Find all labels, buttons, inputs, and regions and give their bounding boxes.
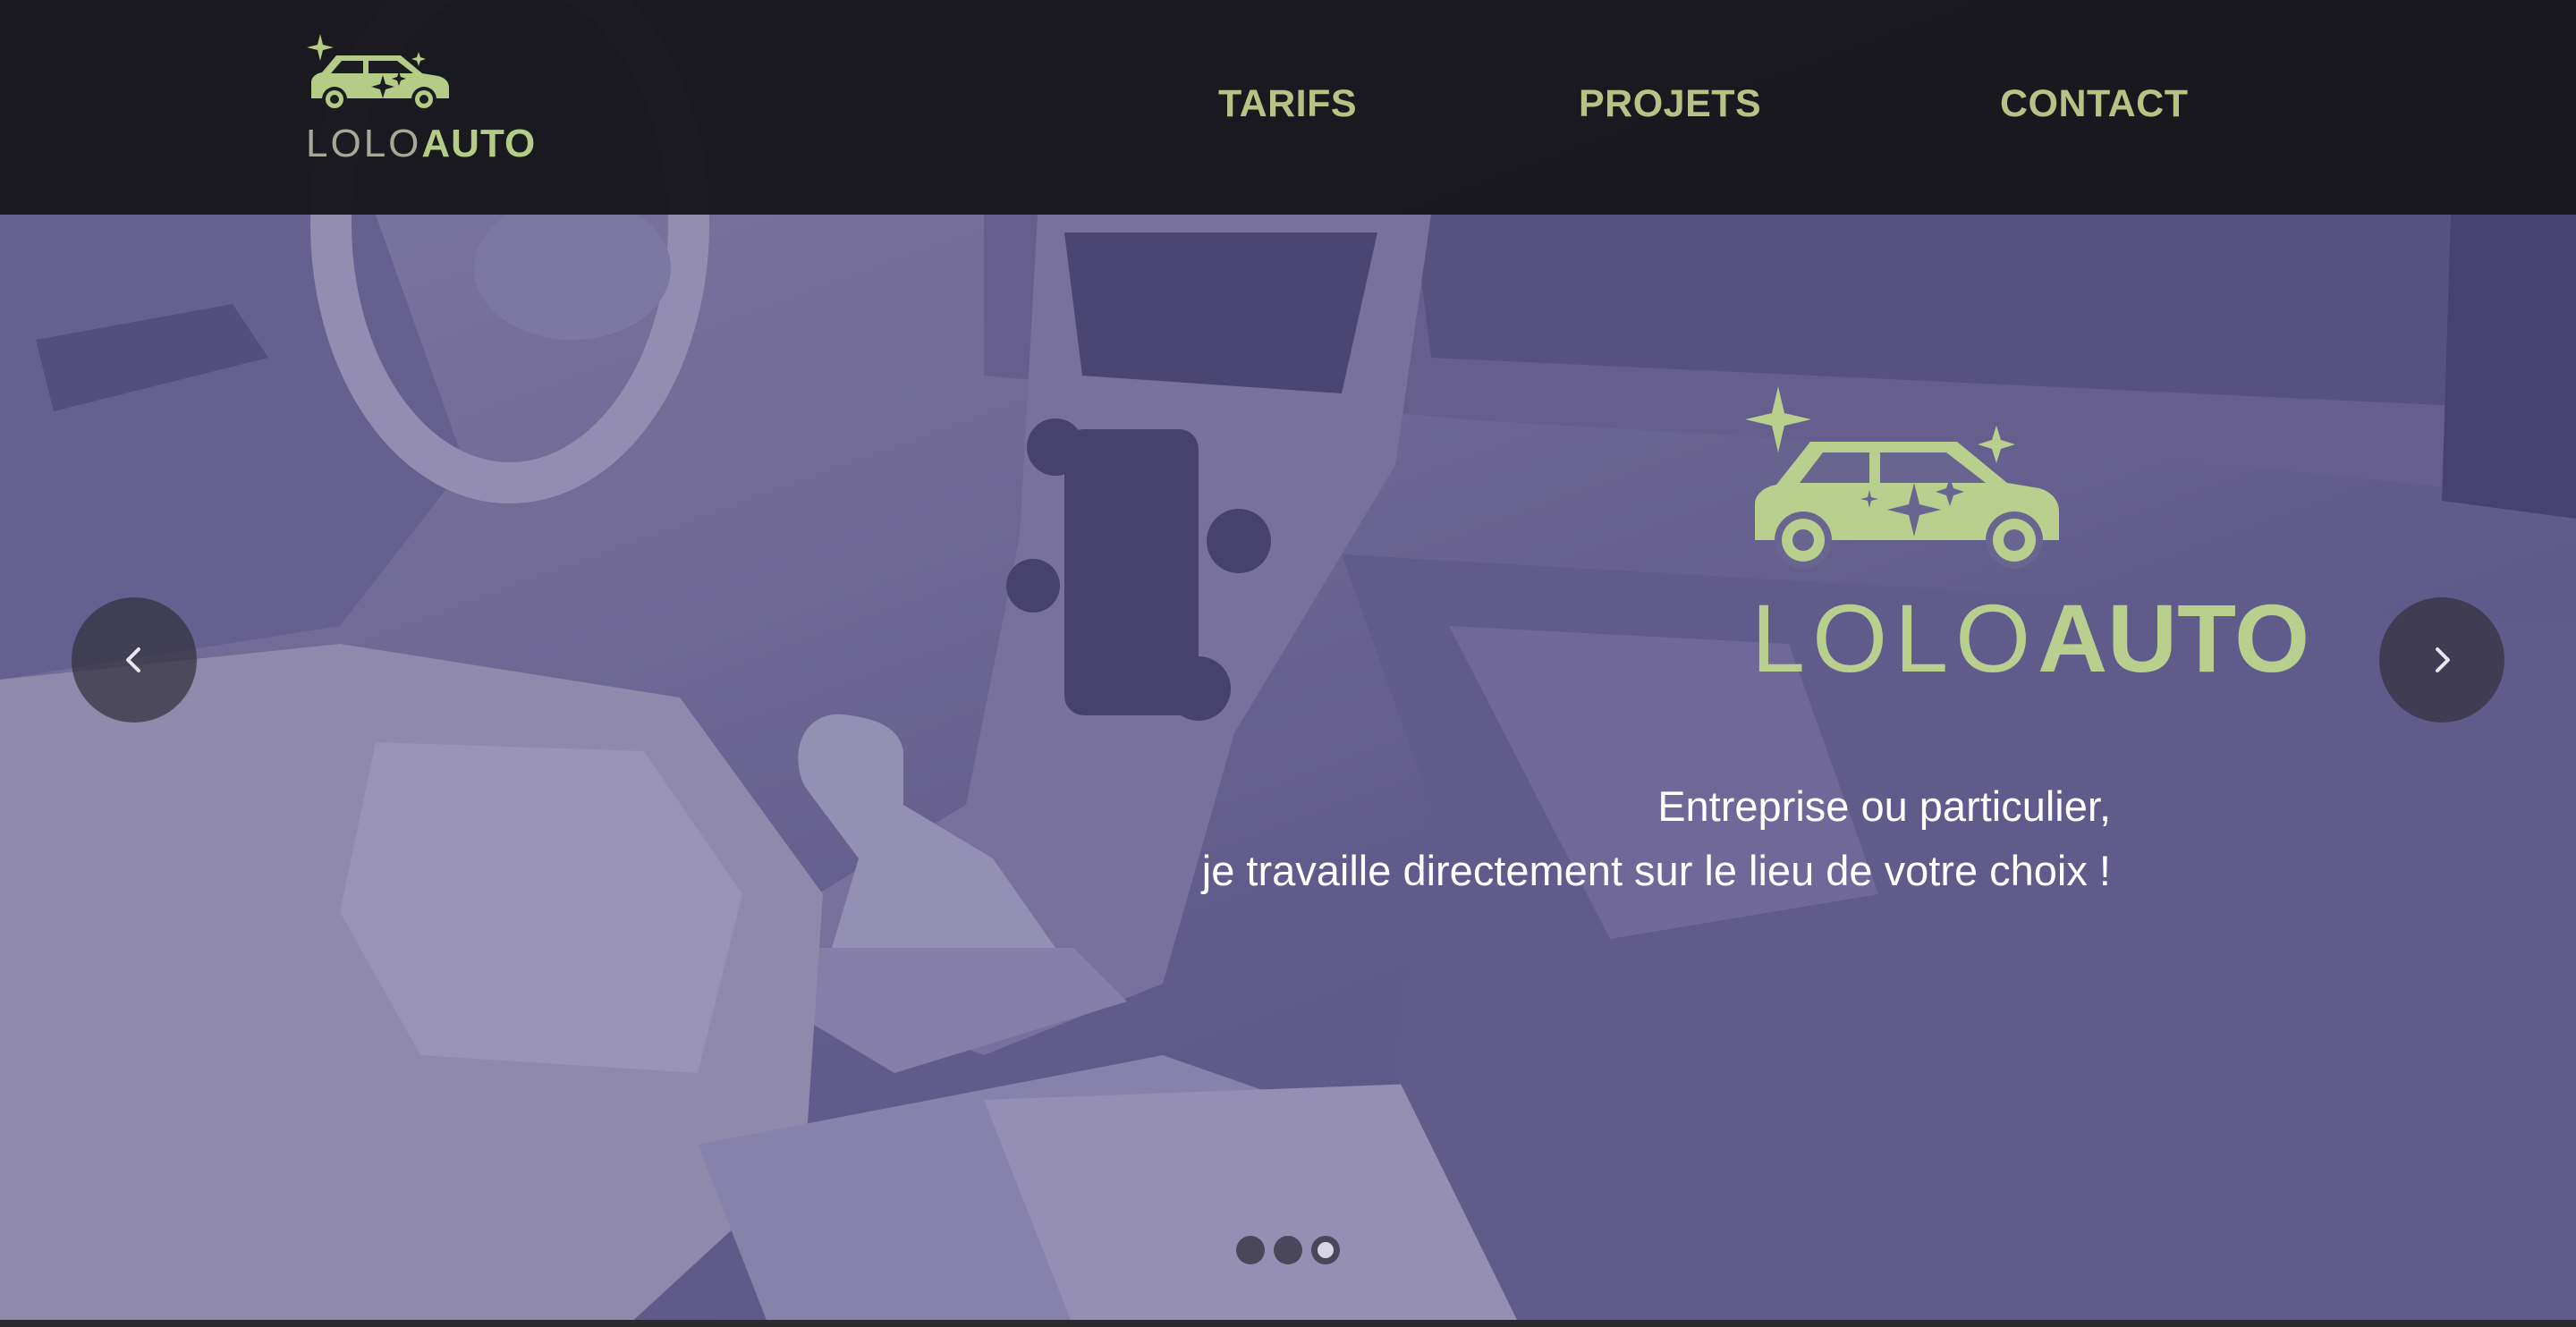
hero-logo-word-bold: AUTO [2038,584,2310,692]
hero-logo-wordmark: LOLOAUTO [1751,590,2309,687]
hero-logo-word-light: LOLO [1751,584,2038,692]
hero-tagline-line-1: Entreprise ou particulier, [1657,782,2111,830]
nav-link-projets[interactable]: PROJETS [1579,82,1761,126]
hero-tagline: Entreprise ou particulier, je travaille … [1202,774,2111,903]
carousel-dot-2[interactable] [1274,1236,1302,1264]
carousel-next-button[interactable] [2379,597,2504,723]
header-logo-wordmark: LOLOAUTO [306,122,536,166]
hero-logo: LOLOAUTO [1735,386,2309,708]
carousel-prev-button[interactable] [72,597,197,723]
hero-tagline-line-2: je travaille directement sur le lieu de … [1201,847,2111,894]
carousel-indicators [1236,1236,1343,1266]
carousel-dot-3-active[interactable] [1311,1236,1340,1264]
nav-link-contact[interactable]: CONTACT [2000,82,2189,126]
page-bottom-edge [0,1320,2576,1327]
chevron-left-icon [126,647,140,672]
site-header: LOLOAUTO TARIFS PROJETS CONTACT [0,0,2576,215]
logo-word-bold: AUTO [421,122,537,165]
page: LOLOAUTO TARIFS PROJETS CONTACT LOLOAUTO… [0,0,2576,1327]
chevron-right-icon [2436,647,2450,672]
car-logo-icon [1745,386,2059,569]
nav-link-tarifs[interactable]: TARIFS [1218,82,1357,126]
car-logo-icon [307,34,449,112]
header-logo[interactable]: LOLOAUTO [304,32,535,175]
carousel-dot-1[interactable] [1236,1236,1265,1264]
logo-word-light: LOLO [306,122,422,165]
